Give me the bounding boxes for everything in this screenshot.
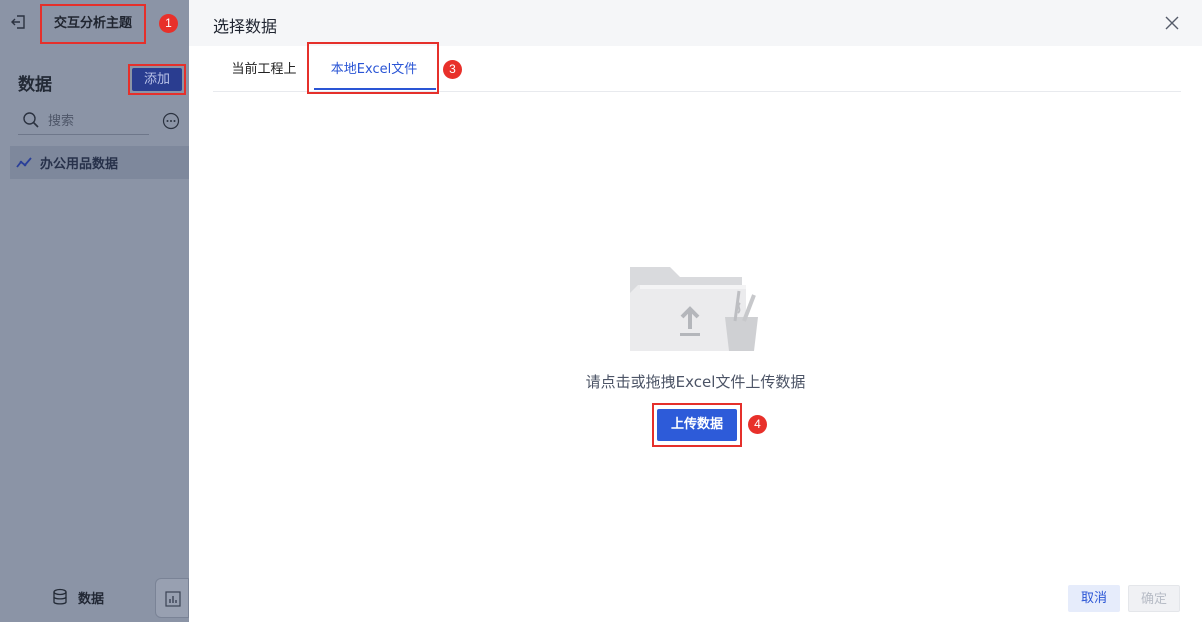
app-sidebar: 交互分析主题 1 数据 添加 2 办公用品数据 bbox=[0, 0, 211, 622]
cancel-button[interactable]: 取消 bbox=[1068, 585, 1120, 612]
close-icon[interactable] bbox=[1164, 15, 1180, 31]
add-highlight: 添加 bbox=[128, 64, 186, 95]
step-badge-3: 3 bbox=[443, 60, 462, 79]
tab-current-project[interactable]: 当前工程上 bbox=[229, 46, 299, 92]
bottom-tab-data[interactable]: 数据 bbox=[0, 576, 153, 622]
database-icon bbox=[53, 588, 67, 605]
bottom-tab-chart[interactable] bbox=[155, 578, 189, 618]
upload-folder-icon bbox=[630, 267, 758, 351]
dialog-tabs: 当前工程上 本地Excel文件 3 bbox=[213, 42, 1181, 94]
select-data-dialog: 选择数据 当前工程上 本地Excel文件 3 请点击或拖拽Excel文件上传数据… bbox=[189, 0, 1202, 622]
upload-hint: 请点击或拖拽Excel文件上传数据 bbox=[585, 373, 806, 391]
step-badge-1: 1 bbox=[159, 14, 178, 33]
theme-title: 交互分析主题 bbox=[40, 4, 146, 44]
data-heading: 数据 bbox=[18, 75, 52, 95]
dialog-title: 选择数据 bbox=[213, 17, 278, 36]
upload-highlight: 上传数据 bbox=[652, 403, 742, 447]
dialog-header: 选择数据 bbox=[189, 0, 1202, 46]
tab-local-excel[interactable]: 本地Excel文件 bbox=[314, 46, 434, 92]
step-badge-4: 4 bbox=[748, 415, 767, 434]
trend-icon bbox=[16, 157, 32, 168]
data-list-item[interactable]: 办公用品数据 bbox=[10, 146, 189, 179]
upload-data-button[interactable]: 上传数据 bbox=[657, 409, 737, 441]
data-item-label: 办公用品数据 bbox=[40, 157, 119, 172]
confirm-button[interactable]: 确定 bbox=[1128, 585, 1180, 612]
more-icon[interactable] bbox=[162, 112, 180, 130]
add-button[interactable]: 添加 bbox=[132, 68, 182, 91]
search-icon bbox=[23, 112, 39, 128]
upload-drop-zone[interactable]: 请点击或拖拽Excel文件上传数据 上传数据 4 bbox=[189, 92, 1202, 562]
app-top-bar: 交互分析主题 1 bbox=[0, 0, 189, 46]
search-box bbox=[18, 107, 149, 135]
chart-icon bbox=[165, 591, 181, 607]
bottom-tab-bar: 数据 bbox=[0, 576, 189, 622]
bottom-tab-data-label: 数据 bbox=[78, 592, 105, 607]
search-input[interactable] bbox=[48, 111, 146, 131]
exit-icon[interactable] bbox=[10, 13, 28, 31]
active-tab-underline bbox=[314, 88, 436, 90]
